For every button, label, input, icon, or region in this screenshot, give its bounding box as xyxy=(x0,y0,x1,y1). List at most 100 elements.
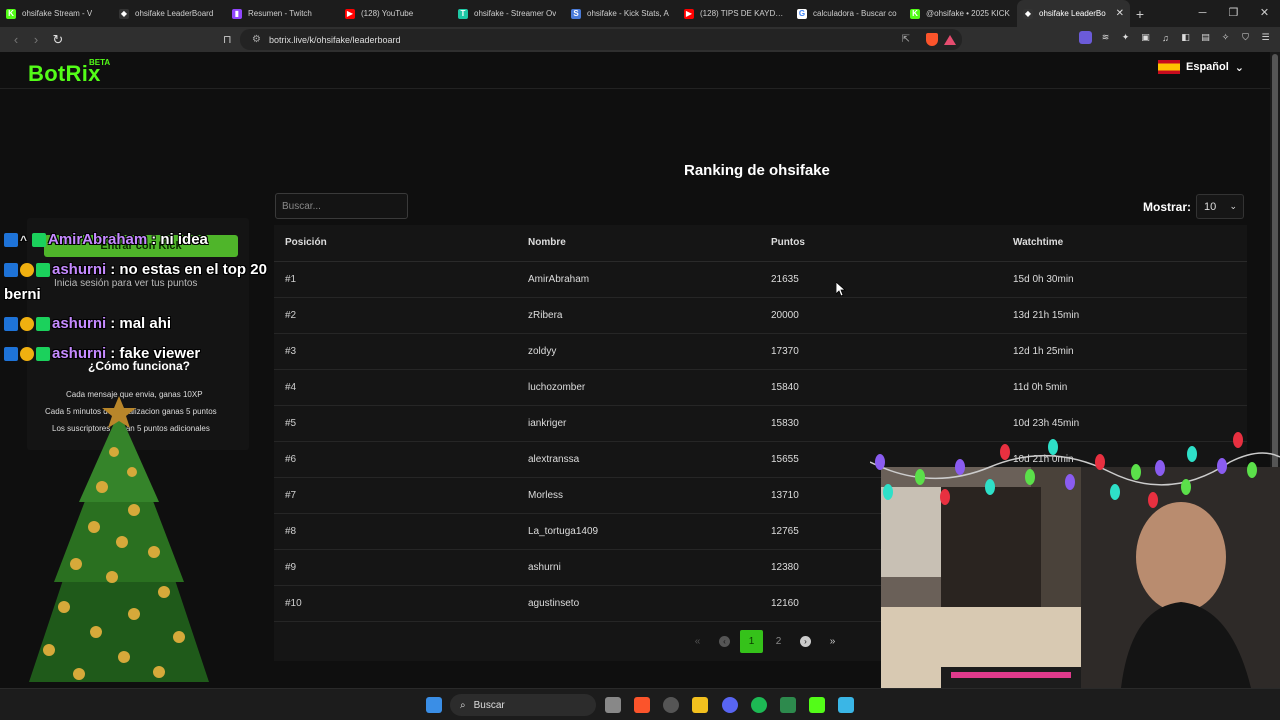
badge-icon xyxy=(36,316,50,331)
chat-message: ashurni : no estas en el top 20 xyxy=(4,261,267,278)
back-icon[interactable]: ‹ xyxy=(6,32,26,47)
cell-name: luchozomber xyxy=(528,382,586,393)
cell-points: 15840 xyxy=(771,382,799,393)
browser-tab[interactable]: K @ohsifake • 2025 KICK xyxy=(904,0,1017,27)
brave-browser-icon[interactable] xyxy=(634,697,650,713)
menu-icon[interactable]: ☰ xyxy=(1259,31,1272,44)
table-row: #4 luchozomber 15840 11d 0h 5min xyxy=(274,370,1247,406)
last-page-button[interactable]: » xyxy=(821,630,844,653)
spain-flag-icon xyxy=(1157,60,1180,74)
cell-name: iankriger xyxy=(528,418,567,429)
new-tab-button[interactable]: + xyxy=(1130,6,1150,22)
chat-text: berni xyxy=(4,286,41,303)
vpn-icon[interactable]: ⛉ xyxy=(1239,31,1252,44)
cell-name: agustinseto xyxy=(528,598,580,609)
chevron-down-icon: ⌄ xyxy=(1229,201,1237,211)
tab-title: ohsifake LeaderBoard xyxy=(135,9,214,18)
chat-message-continued: berni xyxy=(4,286,41,303)
tab-title: calculadora - Buscar co xyxy=(813,9,897,18)
tab-favicon-icon: G xyxy=(797,8,807,19)
tab-title: ohsifake Stream - V xyxy=(22,9,93,18)
music-icon[interactable]: ♫ xyxy=(1159,31,1172,44)
extension-icon[interactable] xyxy=(1079,31,1092,44)
cell-watchtime: 12d 1h 25min xyxy=(1013,346,1074,357)
page-content: BotRix BETA Español ⌄ Entrar con Kick In… xyxy=(0,52,1280,688)
page-2-button[interactable]: 2 xyxy=(767,630,790,653)
site-info-icon[interactable]: ⚙ xyxy=(252,34,261,45)
forward-icon[interactable]: › xyxy=(26,32,46,47)
page-size-select[interactable]: 10 ⌄ xyxy=(1196,194,1244,219)
prev-page-button[interactable]: ‹ xyxy=(713,630,736,653)
browser-tab[interactable]: ▶ (128) TIPS DE KAYDY P xyxy=(678,0,791,27)
tab-favicon-icon: ▶ xyxy=(684,8,694,19)
sidebar-icon[interactable]: ◧ xyxy=(1179,31,1192,44)
wallet-icon[interactable]: ▤ xyxy=(1199,31,1212,44)
close-tab-icon[interactable]: ✕ xyxy=(1116,8,1124,19)
page-1-button[interactable]: 1 xyxy=(740,630,763,653)
column-header-points[interactable]: Puntos xyxy=(771,225,805,261)
browser-tab[interactable]: ▶ (128) YouTube xyxy=(339,0,452,27)
tab-favicon-icon: K xyxy=(6,8,16,19)
extension-icons: ≋ ✦ ▣ ♫ ◧ ▤ ✧ ⛉ ☰ xyxy=(1079,31,1272,44)
badge-icon xyxy=(4,316,18,331)
cell-points: 12160 xyxy=(771,598,799,609)
column-header-name[interactable]: Nombre xyxy=(528,225,566,261)
chat-text: ni idea xyxy=(160,231,208,248)
next-page-button[interactable]: › xyxy=(794,630,817,653)
chat-text: mal ahi xyxy=(119,315,172,332)
wifi-icon[interactable]: ≋ xyxy=(1099,31,1112,44)
browser-tab[interactable]: Kohsifake Stream - V xyxy=(0,0,113,27)
column-header-position[interactable]: Posición xyxy=(285,225,327,261)
share-icon[interactable]: ⇱ xyxy=(902,34,910,45)
badge-icon xyxy=(20,262,34,277)
cell-name: alextranssa xyxy=(528,454,580,465)
language-selector[interactable]: Español ⌄ xyxy=(1157,60,1244,74)
cell-name: AmirAbraham xyxy=(528,274,590,285)
christmas-tree-decoration xyxy=(29,396,209,682)
cell-name: Morless xyxy=(528,490,564,501)
kick-icon[interactable] xyxy=(809,697,825,713)
close-window-button[interactable]: ✕ xyxy=(1249,0,1280,27)
task-view-icon[interactable] xyxy=(605,697,621,713)
table-header: Posición Nombre Puntos Watchtime xyxy=(274,225,1247,262)
browser-tab[interactable]: Gcalculadora - Buscar co xyxy=(791,0,904,27)
cell-points: 17370 xyxy=(771,346,799,357)
browser-tab[interactable]: Sohsifake - Kick Stats, A xyxy=(565,0,678,27)
minimize-button[interactable]: ─ xyxy=(1187,0,1218,27)
tab-favicon-icon: K xyxy=(910,8,920,19)
browser-tab[interactable]: Tohsifake - Streamer Ov xyxy=(452,0,565,27)
window-controls: ─ ❐ ✕ xyxy=(1187,0,1280,27)
tab-title: ohsifake LeaderBo xyxy=(1039,9,1106,18)
browser-tab[interactable]: ◆ ohsifake LeaderBoard xyxy=(113,0,226,27)
maximize-button[interactable]: ❐ xyxy=(1218,0,1249,27)
spotify-icon[interactable] xyxy=(751,697,767,713)
app-icon[interactable] xyxy=(663,697,679,713)
scrollbar-thumb[interactable] xyxy=(1272,54,1278,474)
discord-icon[interactable] xyxy=(722,697,738,713)
cell-points: 21635 xyxy=(771,274,799,285)
browser-tab[interactable]: ▮ Resumen - Twitch xyxy=(226,0,339,27)
puzzle-icon[interactable]: ✦ xyxy=(1119,31,1132,44)
badge-icon xyxy=(4,262,18,277)
file-explorer-icon[interactable] xyxy=(692,697,708,713)
browser-tab[interactable]: ◆ ohsifake LeaderBo ✕ xyxy=(1017,0,1130,27)
search-input[interactable] xyxy=(275,193,408,219)
brave-rewards-icon[interactable] xyxy=(944,34,956,45)
cell-points: 15830 xyxy=(771,418,799,429)
windows-start-icon[interactable] xyxy=(426,697,442,713)
taskbar-search[interactable]: ⌕ Buscar xyxy=(450,694,596,716)
first-page-button[interactable]: « xyxy=(686,630,709,653)
tab-icon[interactable]: ▣ xyxy=(1139,31,1152,44)
cell-position: #7 xyxy=(285,490,297,501)
column-header-watchtime[interactable]: Watchtime xyxy=(1013,225,1063,261)
notepad-icon[interactable] xyxy=(838,697,854,713)
leo-icon[interactable]: ✧ xyxy=(1219,31,1232,44)
reload-icon[interactable]: ↻ xyxy=(48,32,68,48)
address-bar[interactable]: ⚙ botrix.live/k/ohsifake/leaderboard ⇱ xyxy=(240,29,962,50)
cell-points: 12765 xyxy=(771,526,799,537)
bookmark-icon[interactable]: ⊓ xyxy=(223,33,232,46)
app-icon[interactable] xyxy=(780,697,796,713)
tab-title: ohsifake - Kick Stats, A xyxy=(587,9,669,18)
brave-shields-icon[interactable] xyxy=(926,33,938,46)
cell-position: #1 xyxy=(285,274,297,285)
